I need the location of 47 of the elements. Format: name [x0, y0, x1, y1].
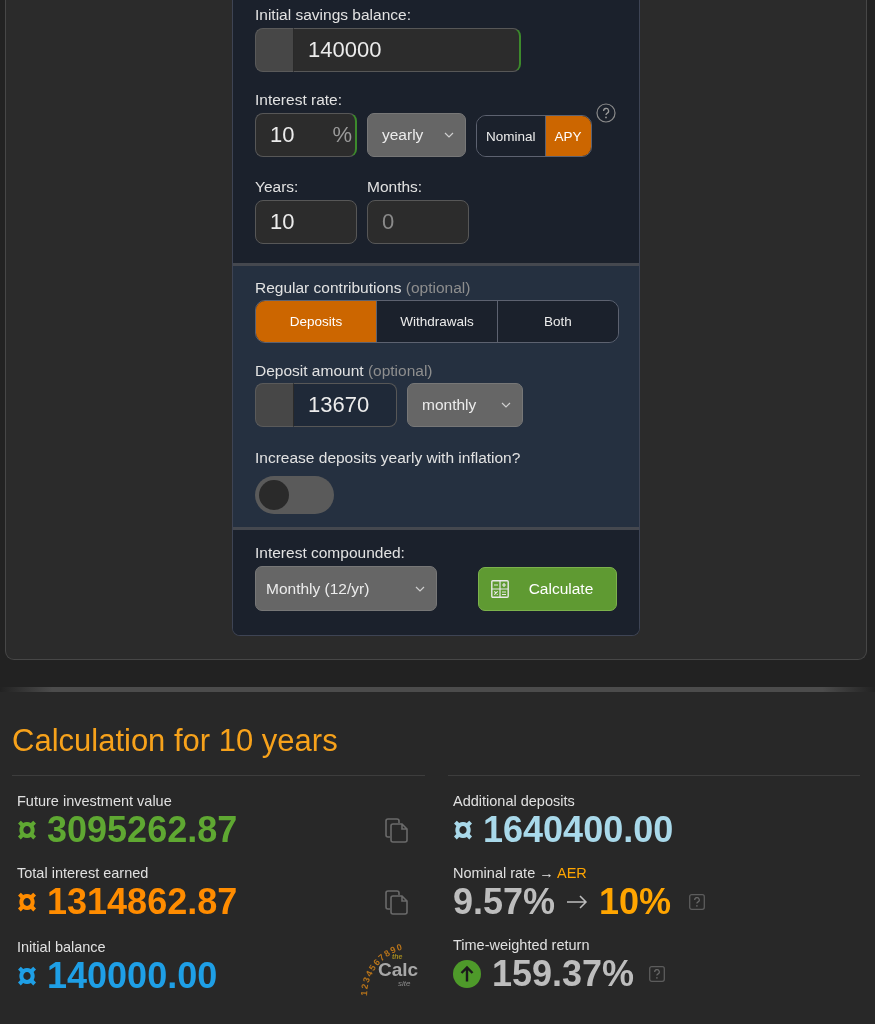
chevron-down-icon [414, 585, 425, 592]
contribution-type-option[interactable]: Deposits [256, 301, 376, 342]
nominal-rate: 9.57% [453, 882, 556, 922]
result-label: Nominal rate → AER [453, 864, 588, 882]
field-label: Regular contributions (optional) [255, 278, 472, 298]
field-label: Deposit amount (optional) [255, 361, 434, 381]
chevron-down-icon [444, 132, 454, 138]
field-label: Interest compounded: [255, 543, 406, 563]
contribution-type-option[interactable]: Withdrawals [376, 301, 497, 342]
inflation-toggle[interactable] [255, 476, 334, 514]
copy-icon[interactable] [385, 889, 408, 915]
result-label: Additional deposits [453, 792, 576, 810]
copy-icon[interactable] [385, 817, 408, 843]
input-addon [255, 28, 294, 72]
result-amount: ¤ 3095262.87 [17, 810, 238, 850]
return-percent: 159.37% [492, 954, 635, 994]
field-label: Months: [367, 177, 424, 197]
field-label: Increase deposits yearly with inflation? [255, 448, 522, 468]
input-addon [255, 383, 294, 427]
frequency-dropdown[interactable]: monthly [407, 383, 523, 427]
balance-input[interactable]: 140000 [294, 28, 521, 72]
result-label: Total interest earned [17, 864, 150, 882]
result-amount: ¤ 1640400.00 [453, 810, 674, 850]
contribution-type-option[interactable]: Both [497, 301, 618, 342]
percent-sign: % [332, 123, 352, 147]
deposit-input[interactable]: 13670 [294, 383, 397, 427]
result-label: Initial balance [17, 938, 107, 956]
help-icon[interactable] [595, 103, 616, 123]
term-input[interactable]: 10 [255, 200, 357, 244]
right-arrow-icon [566, 895, 589, 909]
results-title: Calculation for 10 years [12, 722, 339, 760]
help-icon[interactable] [689, 894, 706, 910]
result-amount: ¤ 140000.00 [17, 956, 218, 996]
term-input[interactable]: 0 [367, 200, 469, 244]
field-label: Years: [255, 177, 300, 197]
aer-rate: 10% [599, 882, 672, 922]
help-icon[interactable] [649, 966, 666, 982]
field-label: Interest rate: [255, 90, 343, 110]
field-label: Initial savings balance: [255, 5, 412, 25]
result-label: Future investment value [17, 792, 173, 810]
chevron-down-icon [501, 402, 511, 408]
period-dropdown[interactable]: yearly [367, 113, 466, 157]
result-amount: ¤ 1314862.87 [17, 882, 238, 922]
rate-type-option[interactable]: APY [544, 116, 591, 156]
result-label: Time-weighted return [453, 936, 591, 954]
compounding-dropdown[interactable]: Monthly (12/yr) [255, 566, 437, 611]
calculator-icon [490, 579, 509, 598]
